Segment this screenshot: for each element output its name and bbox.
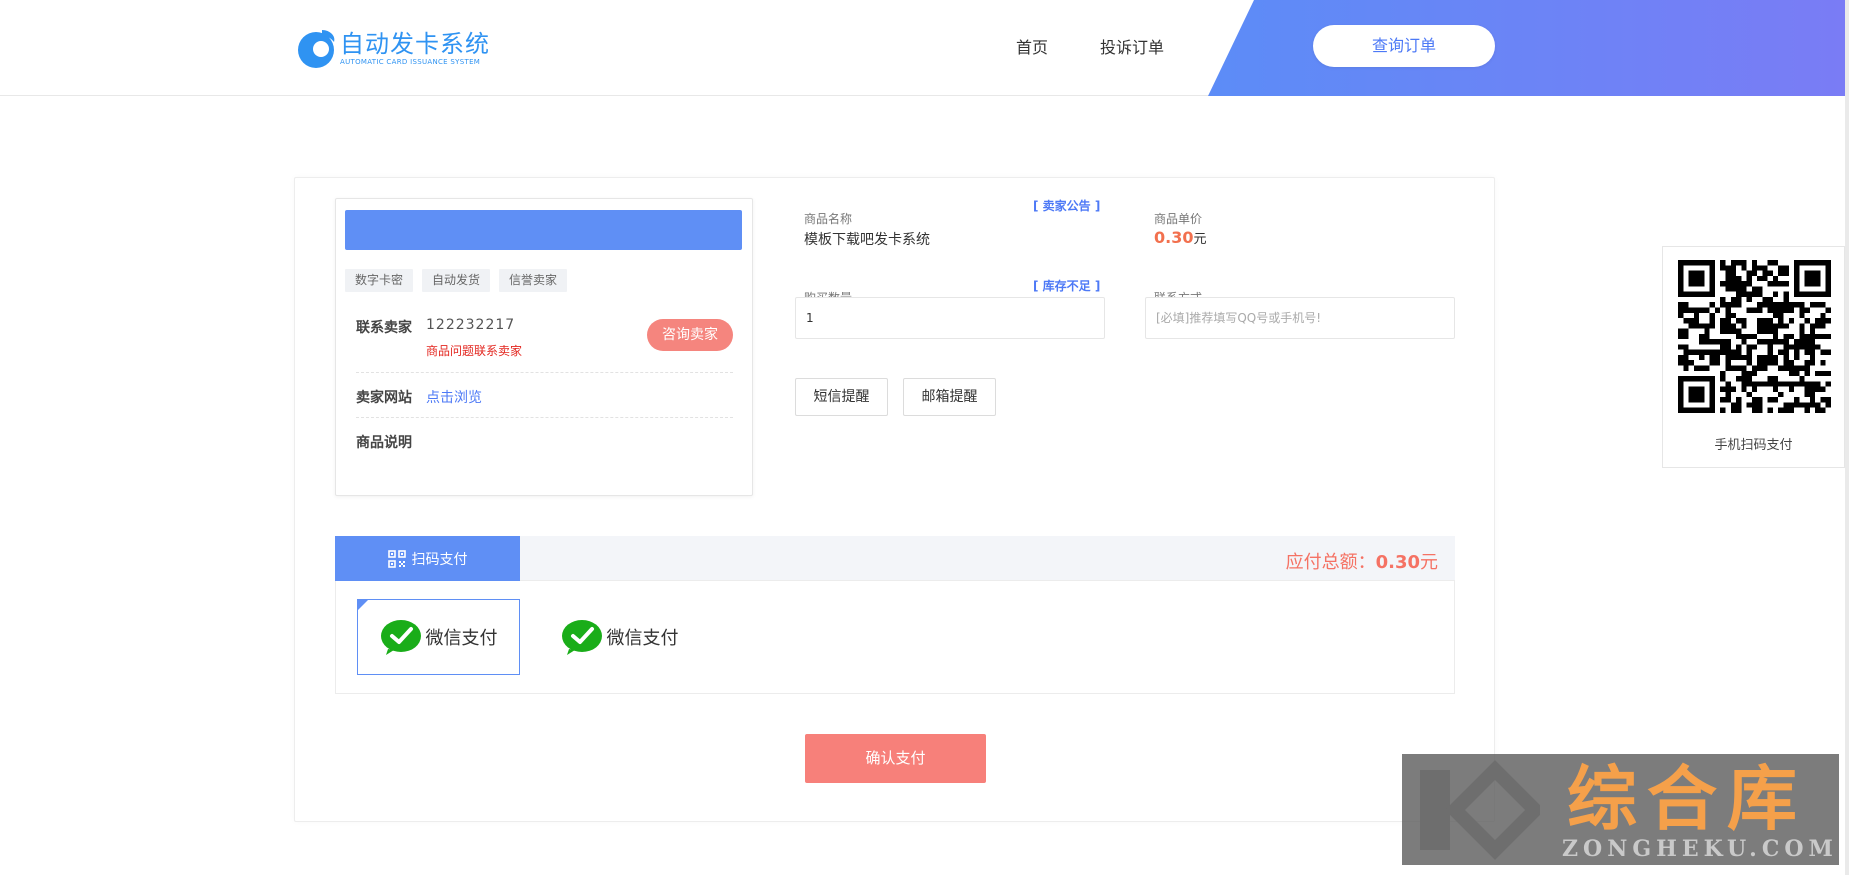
- divider: [356, 372, 733, 373]
- watermark: 综合库 ZONGHEKU.COM: [1402, 754, 1839, 865]
- logo-icon: [298, 30, 335, 68]
- header-accent-band: [1208, 0, 1849, 96]
- total-amount: 应付总额：0.30元: [1286, 548, 1438, 574]
- divider: [356, 417, 733, 418]
- nav-home[interactable]: 首页: [1016, 34, 1048, 58]
- watermark-cn: 综合库: [1567, 758, 1807, 840]
- tag-trusted-seller: 信誉卖家: [499, 269, 568, 292]
- confirm-pay-button[interactable]: 确认支付: [805, 734, 986, 783]
- tag-digital-card: 数字卡密: [345, 269, 414, 292]
- product-desc-label: 商品说明: [356, 435, 412, 451]
- price-amount: 0.30: [1154, 228, 1194, 247]
- pay-option-wechat[interactable]: 微信支付: [538, 599, 701, 675]
- wechat-pay-icon: [561, 620, 602, 655]
- qr-caption: 手机扫码支付: [1714, 438, 1793, 453]
- contact-input[interactable]: [1145, 297, 1455, 339]
- email-reminder-button[interactable]: 邮箱提醒: [903, 378, 996, 416]
- site-logo[interactable]: 自动发卡系统 AUTOMATIC CARD ISSUANCE SYSTEM: [294, 24, 490, 72]
- watermark-en: ZONGHEKU.COM: [1562, 836, 1838, 862]
- logo-subtitle: AUTOMATIC CARD ISSUANCE SYSTEM: [340, 57, 481, 66]
- payment-bar: 扫码支付 应付总额：0.30元: [335, 536, 1455, 581]
- product-name-label: 商品名称: [804, 212, 853, 226]
- seller-contact-warning: 商品问题联系卖家: [426, 344, 523, 358]
- qr-code-icon: [387, 549, 406, 568]
- quantity-input[interactable]: [795, 297, 1105, 339]
- pay-option-label: 微信支付: [606, 628, 679, 649]
- total-label: 应付总额：: [1285, 552, 1376, 573]
- seller-contact-value: 122232217: [426, 317, 516, 333]
- tag-auto-delivery: 自动发货: [422, 269, 491, 292]
- wechat-pay-icon: [380, 620, 421, 655]
- nav-complaint-order[interactable]: 投诉订单: [1100, 34, 1164, 58]
- seller-card: 数字卡密 自动发货 信誉卖家 联系卖家 122232217 商品问题联系卖家 咨…: [335, 198, 753, 496]
- tab-scan-pay[interactable]: 扫码支付: [335, 536, 520, 581]
- total-unit: 元: [1420, 552, 1438, 573]
- unit-price-label: 商品单价: [1154, 212, 1203, 226]
- seller-site-label: 卖家网站: [356, 390, 412, 406]
- price-unit: 元: [1193, 232, 1207, 247]
- product-tags: 数字卡密 自动发货 信誉卖家: [345, 269, 568, 292]
- out-of-stock-link[interactable]: [ 库存不足 ]: [1033, 277, 1100, 294]
- payment-options: 微信支付 微信支付: [335, 581, 1455, 694]
- product-name-value: 模板下载吧发卡系统: [804, 232, 930, 248]
- total-value: 0.30: [1375, 552, 1420, 573]
- consult-seller-button[interactable]: 咨询卖家: [647, 319, 733, 351]
- pay-option-label: 微信支付: [425, 628, 498, 649]
- pay-option-wechat-selected[interactable]: 微信支付: [357, 599, 520, 675]
- qr-code-image: [1678, 260, 1831, 413]
- qr-pay-box: 手机扫码支付: [1662, 246, 1845, 468]
- unit-price-value: 0.30元: [1154, 228, 1207, 247]
- product-banner: [345, 210, 742, 250]
- watermark-logo-icon: [1420, 760, 1540, 860]
- logo-title: 自动发卡系统: [340, 29, 490, 58]
- selected-corner-mark: [357, 599, 369, 611]
- seller-notice-link[interactable]: [ 卖家公告 ]: [1033, 197, 1100, 214]
- scrollbar-track[interactable]: [1845, 0, 1849, 875]
- query-order-button[interactable]: 查询订单: [1313, 25, 1495, 67]
- sms-reminder-button[interactable]: 短信提醒: [795, 378, 888, 416]
- top-header: 自动发卡系统 AUTOMATIC CARD ISSUANCE SYSTEM 首页…: [0, 0, 1849, 96]
- browse-site-link[interactable]: 点击浏览: [426, 387, 482, 407]
- contact-seller-label: 联系卖家: [356, 320, 412, 336]
- tab-scan-pay-label: 扫码支付: [411, 551, 468, 568]
